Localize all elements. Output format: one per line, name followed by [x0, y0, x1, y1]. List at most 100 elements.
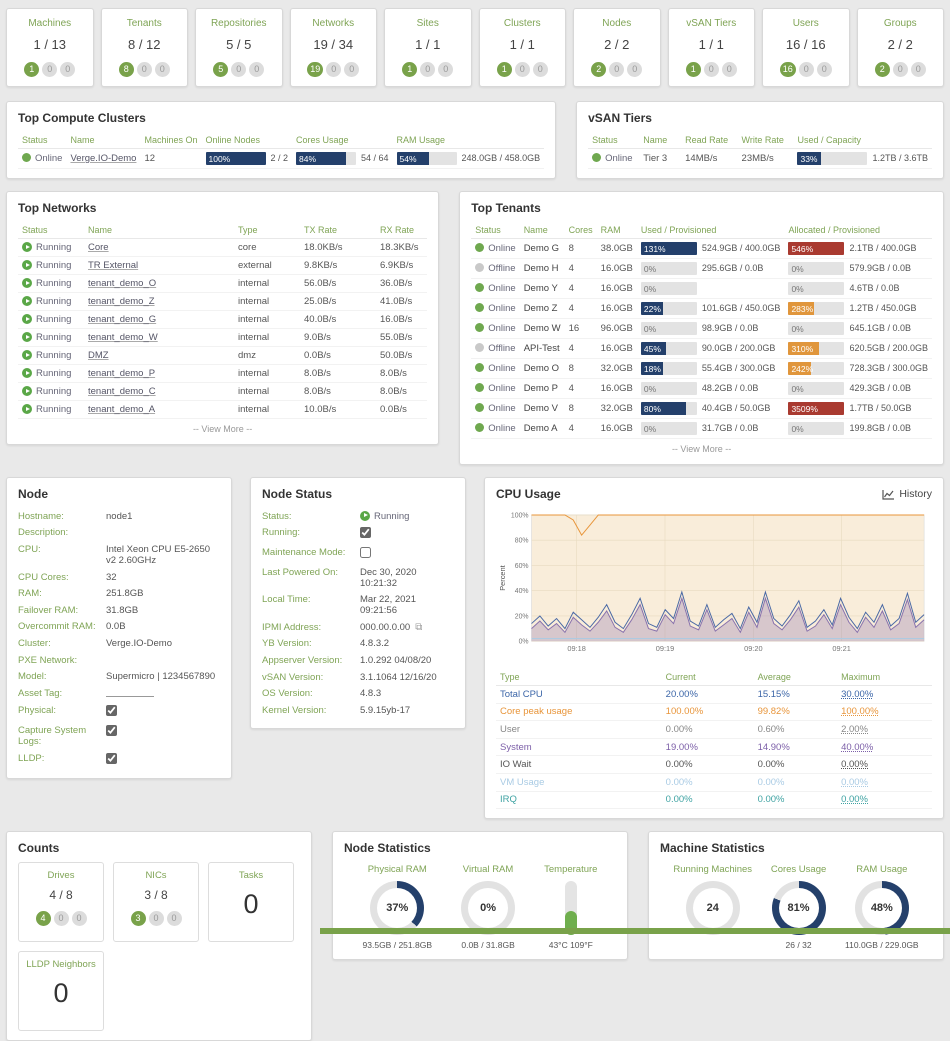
summary-card-tenants[interactable]: Tenants8 / 12800	[101, 8, 189, 87]
status-badge[interactable]: 1	[497, 62, 512, 77]
status-badge[interactable]: 5	[213, 62, 228, 77]
summary-card-repositories[interactable]: Repositories5 / 5500	[195, 8, 283, 87]
count-box-nics[interactable]: NICs3 / 8300	[113, 862, 199, 942]
table-row[interactable]: RunningTR Externalexternal9.8KB/s6.9KB/s	[18, 257, 427, 275]
table-row[interactable]: OnlineTier 314MB/s23MB/s33%1.2TB / 3.6TB	[588, 149, 932, 169]
table-row[interactable]: OnlineDemo A416.0GB0%31.7GB / 0.0B0%199.…	[471, 419, 932, 439]
name-link[interactable]: tenant_demo_P	[88, 368, 155, 379]
table-row[interactable]: Runningtenant_demo_Pinternal8.0B/s8.0B/s	[18, 365, 427, 383]
status-badge[interactable]: 0	[533, 62, 548, 77]
table-row[interactable]: OnlineDemo O832.0GB18%55.4GB / 300.0GB24…	[471, 359, 932, 379]
status-badge[interactable]: 0	[799, 62, 814, 77]
name-link[interactable]: Demo G	[524, 243, 559, 254]
checkbox-physical[interactable]	[106, 705, 117, 716]
status-badge[interactable]: 0	[137, 62, 152, 77]
checkbox-maintenance-mode[interactable]	[360, 547, 371, 558]
stat-maximum-link[interactable]: 100.00%	[841, 706, 879, 717]
stat-maximum-link[interactable]: 0.00%	[841, 794, 868, 805]
status-badge[interactable]: 0	[149, 911, 164, 926]
name-link[interactable]: tenant_demo_O	[88, 278, 156, 289]
name-link[interactable]: Demo O	[524, 363, 559, 374]
status-badge[interactable]: 0	[817, 62, 832, 77]
name-link[interactable]: tenant_demo_W	[88, 332, 158, 343]
name-link[interactable]: Demo W	[524, 323, 561, 334]
status-badge[interactable]: 0	[515, 62, 530, 77]
name-link[interactable]: Demo Y	[524, 283, 558, 294]
summary-card-clusters[interactable]: Clusters1 / 1100	[479, 8, 567, 87]
summary-card-sites[interactable]: Sites1 / 1100	[384, 8, 472, 87]
status-badge[interactable]: 1	[686, 62, 701, 77]
status-badge[interactable]: 0	[231, 62, 246, 77]
checkbox-capture-system-logs[interactable]	[106, 725, 117, 736]
stat-maximum-link[interactable]: 0.00%	[841, 777, 868, 788]
view-more-link[interactable]: -- View More --	[18, 419, 427, 435]
checkbox-lldp[interactable]	[106, 753, 117, 764]
table-row[interactable]: OfflineDemo H416.0GB0%295.6GB / 0.0B0%57…	[471, 259, 932, 279]
status-badge[interactable]: 2	[875, 62, 890, 77]
status-badge[interactable]: 2	[591, 62, 606, 77]
status-badge[interactable]: 3	[131, 911, 146, 926]
view-more-link[interactable]: -- View More --	[471, 439, 932, 455]
name-link[interactable]: API-Test	[524, 343, 560, 354]
status-badge[interactable]: 0	[609, 62, 624, 77]
status-badge[interactable]: 0	[893, 62, 908, 77]
table-row[interactable]: Runningtenant_demo_Cinternal8.0B/s8.0B/s	[18, 383, 427, 401]
status-badge[interactable]: 0	[54, 911, 69, 926]
table-row[interactable]: OnlineDemo P416.0GB0%48.2GB / 0.0B0%429.…	[471, 379, 932, 399]
status-badge[interactable]: 0	[326, 62, 341, 77]
table-row[interactable]: OnlineDemo W1696.0GB0%98.9GB / 0.0B0%645…	[471, 319, 932, 339]
table-row[interactable]: RunningCorecore18.0KB/s18.3KB/s	[18, 239, 427, 257]
stat-maximum-link[interactable]: 30.00%	[841, 689, 873, 700]
count-box-tasks[interactable]: Tasks0	[208, 862, 294, 942]
table-row[interactable]: RunningDMZdmz0.0B/s50.0B/s	[18, 347, 427, 365]
status-badge[interactable]: 0	[420, 62, 435, 77]
table-row[interactable]: Runningtenant_demo_Winternal9.0B/s55.0B/…	[18, 329, 427, 347]
name-link[interactable]: Demo P	[524, 383, 558, 394]
name-link[interactable]: Demo V	[524, 403, 558, 414]
name-link[interactable]: Demo H	[524, 263, 559, 274]
status-badge[interactable]: 0	[249, 62, 264, 77]
name-link[interactable]: Demo Z	[524, 303, 558, 314]
status-badge[interactable]: 0	[167, 911, 182, 926]
table-row[interactable]: Runningtenant_demo_Zinternal25.0B/s41.0B…	[18, 293, 427, 311]
status-badge[interactable]: 1	[402, 62, 417, 77]
stat-maximum-link[interactable]: 2.00%	[841, 724, 868, 735]
summary-card-networks[interactable]: Networks19 / 341900	[290, 8, 378, 87]
stat-maximum-link[interactable]: 0.00%	[841, 759, 868, 770]
status-badge[interactable]: 0	[911, 62, 926, 77]
name-link[interactable]: Demo A	[524, 423, 558, 434]
status-badge[interactable]: 4	[36, 911, 51, 926]
name-link[interactable]: tenant_demo_C	[88, 386, 156, 397]
name-link[interactable]: Core	[88, 242, 109, 253]
stat-maximum-link[interactable]: 40.00%	[841, 742, 873, 753]
status-badge[interactable]: 19	[307, 62, 323, 77]
table-row[interactable]: OnlineDemo Y416.0GB0%0%4.6TB / 0.0B	[471, 279, 932, 299]
summary-card-nodes[interactable]: Nodes2 / 2200	[573, 8, 661, 87]
table-row[interactable]: OnlineDemo Z416.0GB22%101.6GB / 450.0GB2…	[471, 299, 932, 319]
count-box-drives[interactable]: Drives4 / 8400	[18, 862, 104, 942]
status-badge[interactable]: 0	[60, 62, 75, 77]
status-badge[interactable]: 1	[24, 62, 39, 77]
name-link[interactable]: DMZ	[88, 350, 109, 361]
table-row[interactable]: OnlineVerge.IO-Demo12100%2 / 284%54 / 64…	[18, 149, 544, 169]
status-badge[interactable]: 16	[780, 62, 796, 77]
status-badge[interactable]: 0	[627, 62, 642, 77]
table-row[interactable]: Runningtenant_demo_Ainternal10.0B/s0.0B/…	[18, 401, 427, 419]
name-link[interactable]: TR External	[88, 260, 138, 271]
checkbox-running[interactable]	[360, 527, 371, 538]
history-link[interactable]: History	[882, 488, 932, 500]
status-badge[interactable]: 0	[438, 62, 453, 77]
name-link[interactable]: tenant_demo_A	[88, 404, 155, 415]
count-box-lldp-neighbors[interactable]: LLDP Neighbors0	[18, 951, 104, 1031]
summary-card-vsan-tiers[interactable]: vSAN Tiers1 / 1100	[668, 8, 756, 87]
status-badge[interactable]: 0	[722, 62, 737, 77]
summary-card-groups[interactable]: Groups2 / 2200	[857, 8, 945, 87]
copy-icon[interactable]: ⧉	[415, 622, 422, 633]
table-row[interactable]: Runningtenant_demo_Ginternal40.0B/s16.0B…	[18, 311, 427, 329]
status-badge[interactable]: 0	[155, 62, 170, 77]
name-link[interactable]: tenant_demo_G	[88, 314, 156, 325]
status-badge[interactable]: 0	[72, 911, 87, 926]
summary-card-users[interactable]: Users16 / 161600	[762, 8, 850, 87]
status-badge[interactable]: 0	[42, 62, 57, 77]
status-badge[interactable]: 8	[119, 62, 134, 77]
